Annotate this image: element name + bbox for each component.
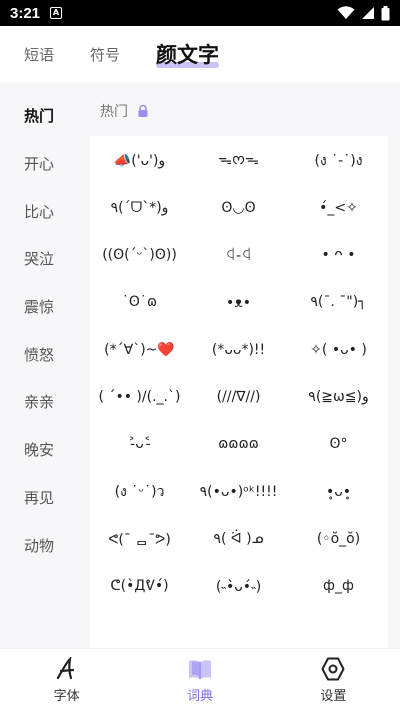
kaomoji-item[interactable]: •̥ᴗ•̥	[289, 469, 388, 514]
kaomoji-grid: 📣('ᴗ')و ᯓᰔᯓ (ง ˙-˙)ง ٩(ˊᗜˋ*)و ʘ◡ʘ •́_<✧ ((ʘ(ˊᵕ…	[90, 136, 388, 648]
bottom-nav: 字体 词典 设置	[0, 648, 400, 710]
sidebar-item-animals[interactable]: 动物	[0, 521, 82, 569]
kaomoji-item[interactable]: ф_ф	[289, 564, 388, 609]
nav-settings-label: 设置	[320, 688, 347, 704]
status-time: 3:21	[10, 4, 41, 22]
kaomoji-item[interactable]: ʘ°	[289, 422, 388, 467]
kaomoji-item[interactable]: (ง ˙ᵕ˙)ว	[90, 469, 189, 514]
signal-icon	[362, 7, 374, 19]
section-title: 热门	[100, 104, 128, 120]
kaomoji-item[interactable]: (◦ŏ_ŏ)	[289, 516, 388, 561]
nav-font[interactable]: 字体	[0, 649, 133, 710]
kaomoji-item[interactable]: ٩(≧ω≦)و	[289, 375, 388, 420]
sidebar-item-cry[interactable]: 哭泣	[0, 235, 82, 283]
book-icon	[187, 656, 213, 682]
category-sidebar: 热门 开心 比心 哭泣 震惊 愤怒 亲亲 晚安 再见 动物	[0, 92, 82, 569]
kaomoji-item[interactable]: ᯓᰔᯓ	[189, 138, 288, 183]
kaomoji-item[interactable]: ٩(ˊᗜˋ*)و	[90, 185, 189, 230]
wifi-icon	[337, 6, 355, 19]
sidebar-item-kiss[interactable]: 亲亲	[0, 378, 82, 426]
kaomoji-item[interactable]: ᕦ(•̀Дᕓ•́)	[90, 564, 189, 609]
kaomoji-item[interactable]: (*ᴗᴗ*)!!	[189, 327, 288, 372]
kaomoji-item[interactable]: •ᴥ•	[189, 280, 288, 325]
sidebar-item-hot[interactable]: 热门	[0, 92, 82, 140]
lock-icon	[138, 104, 148, 117]
sidebar-item-goodnight[interactable]: 晚安	[0, 426, 82, 474]
kaomoji-item[interactable]: ʘ◡ʘ	[189, 185, 288, 230]
nav-dictionary-label: 词典	[186, 688, 213, 704]
tab-phrases[interactable]: 短语	[24, 44, 54, 65]
status-bar: 3:21 A	[0, 0, 400, 26]
kaomoji-item[interactable]: ( ´•• )/(._.`)	[90, 375, 189, 420]
kaomoji-item[interactable]: (///∇//)	[189, 375, 288, 420]
sidebar-item-heart[interactable]: 比心	[0, 187, 82, 235]
kaomoji-item[interactable]: ˃̵ᴗ˂̵	[90, 422, 189, 467]
sidebar-item-angry[interactable]: 愤怒	[0, 330, 82, 378]
nav-font-label: 字体	[53, 688, 80, 704]
battery-icon	[381, 5, 390, 20]
kaomoji-item[interactable]: •́_<✧	[289, 185, 388, 230]
notification-icon: A	[50, 7, 63, 19]
kaomoji-item[interactable]: (*´∀`)~❤️	[90, 327, 189, 372]
kaomoji-item[interactable]: ٩( ᐛ )ᓄ	[189, 516, 288, 561]
kaomoji-item[interactable]: (˵•̀ᴗ•́˵)	[189, 564, 288, 609]
tab-symbols[interactable]: 符号	[90, 44, 120, 65]
tab-kaomoji[interactable]: 颜文字	[156, 39, 220, 69]
kaomoji-item[interactable]: ٩(•ᴗ•)ᵒᵏ!!!!	[189, 469, 288, 514]
nav-dictionary[interactable]: 词典	[133, 649, 266, 710]
kaomoji-item[interactable]: ˙ʘ˙ɷ	[90, 280, 189, 325]
status-icons	[337, 5, 390, 21]
sidebar-item-shock[interactable]: 震惊	[0, 283, 82, 331]
kaomoji-item[interactable]: • ᴖ •	[289, 233, 388, 278]
kaomoji-item[interactable]: ((ʘ(ˊᵕˋ)ʘ))	[90, 233, 189, 278]
kaomoji-item[interactable]: ꒉ-ꒉ	[189, 233, 288, 278]
section-header: 热门	[100, 101, 150, 121]
kaomoji-item[interactable]: ɷɷɷɷ	[189, 422, 288, 467]
sidebar-item-happy[interactable]: 开心	[0, 140, 82, 188]
nav-settings[interactable]: 设置	[267, 649, 400, 710]
kaomoji-item[interactable]: ✧( •ᴗ• )	[289, 327, 388, 372]
settings-hex-icon	[320, 656, 346, 682]
kaomoji-item[interactable]: ᕙ(¯ ᆷ¯ᕗ)	[90, 516, 189, 561]
kaomoji-item[interactable]: ٩(¯. ¯")┐	[289, 280, 388, 325]
top-tab-bar: 短语 符号 颜文字	[0, 26, 400, 82]
font-a-icon	[54, 656, 80, 682]
tab-kaomoji-label: 颜文字	[156, 43, 220, 67]
kaomoji-item[interactable]: (ง ˙-˙)ง	[289, 138, 388, 183]
sidebar-item-goodbye[interactable]: 再见	[0, 474, 82, 522]
kaomoji-item[interactable]: 📣('ᴗ')و	[90, 138, 189, 183]
